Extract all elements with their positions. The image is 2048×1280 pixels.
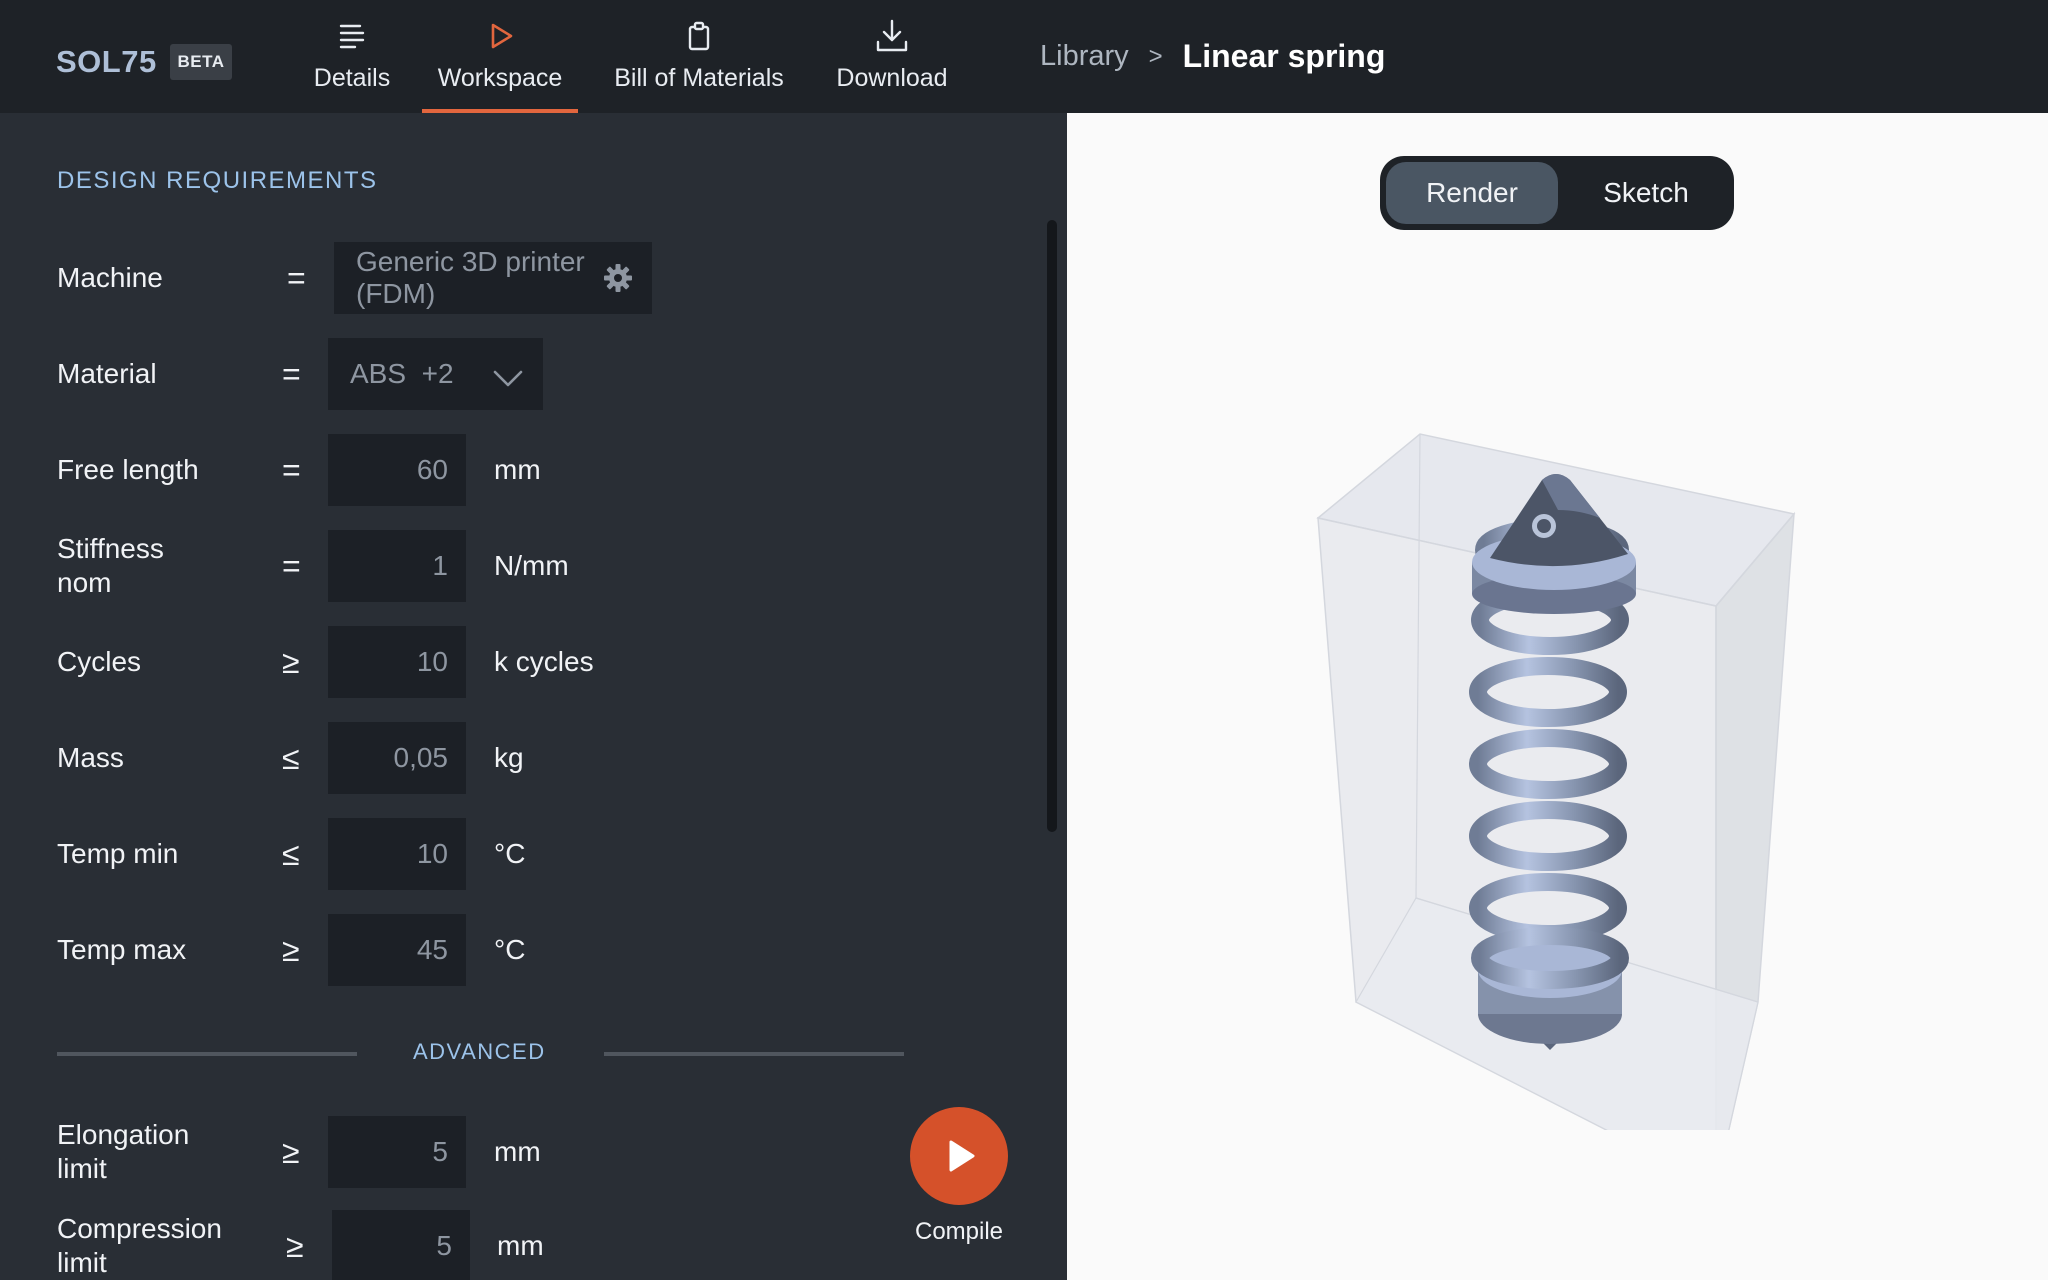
compression-unit: mm <box>497 1230 544 1261</box>
tab-download-label: Download <box>836 64 948 92</box>
tab-details[interactable]: Details <box>306 0 398 113</box>
play-outline-icon <box>484 18 516 54</box>
top-bar: SOL75 BETA Details Workspace Bill of Mat… <box>0 0 2048 113</box>
temp-max-operator: ≥ <box>282 931 300 968</box>
tab-download[interactable]: Download <box>826 0 958 113</box>
free-length-row: Free length = 60 mm <box>57 434 1037 506</box>
material-operator: = <box>282 355 301 392</box>
section-title: DESIGN REQUIREMENTS <box>57 167 378 194</box>
divider-right <box>604 1052 904 1056</box>
temp-max-input[interactable]: 45 <box>328 914 466 986</box>
temp-max-row: Temp max ≥ 45 °C <box>57 914 1037 986</box>
temp-min-label: Temp min <box>57 838 179 869</box>
mass-label: Mass <box>57 742 124 773</box>
free-length-input[interactable]: 60 <box>328 434 466 506</box>
cycles-label: Cycles <box>57 646 142 677</box>
stiffness-label: Stiffness nom <box>57 533 164 598</box>
temp-min-input[interactable]: 10 <box>328 818 466 890</box>
cycles-input[interactable]: 10 <box>328 626 466 698</box>
free-length-operator: = <box>282 451 301 488</box>
breadcrumb-library-link[interactable]: Library <box>1040 40 1129 73</box>
clipboard-icon <box>683 18 715 54</box>
stiffness-input[interactable]: 1 <box>328 530 466 602</box>
free-length-unit: mm <box>494 454 541 485</box>
mass-row: Mass ≤ 0,05 kg <box>57 722 1037 794</box>
temp-min-unit: °C <box>494 838 526 869</box>
compile-button[interactable] <box>910 1107 1008 1205</box>
mass-unit: kg <box>494 742 524 773</box>
divider-left <box>57 1052 357 1056</box>
compression-operator: ≥ <box>286 1227 304 1264</box>
app-logo[interactable]: SOL75 <box>56 44 157 80</box>
machine-select[interactable]: Generic 3D printer (FDM) <box>334 242 652 314</box>
compile-label: Compile <box>914 1218 1004 1245</box>
bottom-cap <box>1478 942 1622 1050</box>
tab-bill-of-materials[interactable]: Bill of Materials <box>602 0 796 113</box>
gear-icon[interactable] <box>602 262 634 301</box>
temp-max-label: Temp max <box>57 934 187 965</box>
elongation-row: Elongation limit ≥ 5 mm <box>57 1116 1037 1188</box>
material-select[interactable]: ABS +2 <box>328 338 543 410</box>
chevron-down-icon <box>493 364 523 396</box>
breadcrumb: Library > Linear spring <box>1040 38 1385 75</box>
elongation-input[interactable]: 5 <box>328 1116 466 1188</box>
requirements-panel: DESIGN REQUIREMENTS Machine = Generic 3D… <box>0 113 1067 1280</box>
machine-operator: = <box>287 259 306 296</box>
stiffness-unit: N/mm <box>494 550 569 581</box>
beta-badge: BETA <box>170 44 232 80</box>
tab-workspace-label: Workspace <box>437 64 563 92</box>
machine-row: Machine = Generic 3D printer (FDM) <box>57 242 1037 314</box>
play-icon <box>949 1140 975 1172</box>
temp-min-row: Temp min ≤ 10 °C <box>57 818 1037 890</box>
cycles-unit: k cycles <box>494 646 594 677</box>
stiffness-row: Stiffness nom = 1 N/mm <box>57 530 1037 602</box>
stiffness-operator: = <box>282 547 301 584</box>
view-mode-toggle: Render Sketch <box>1380 156 1734 230</box>
compression-label: Compression limit <box>57 1213 222 1278</box>
download-icon <box>874 18 910 54</box>
temp-min-operator: ≤ <box>282 835 300 872</box>
temp-max-unit: °C <box>494 934 526 965</box>
details-list-icon <box>336 18 368 54</box>
tab-bill-of-materials-label: Bill of Materials <box>614 64 784 92</box>
material-value: ABS +2 <box>350 358 454 389</box>
tab-details-label: Details <box>313 64 391 92</box>
panel-scrollbar[interactable] <box>1047 220 1057 832</box>
mass-input[interactable]: 0,05 <box>328 722 466 794</box>
elongation-unit: mm <box>494 1136 541 1167</box>
cycles-row: Cycles ≥ 10 k cycles <box>57 626 1037 698</box>
spring-3d-model[interactable] <box>1280 410 1820 1188</box>
material-row: Material = ABS +2 <box>57 338 1037 410</box>
page-title: Linear spring <box>1182 38 1386 74</box>
render-mode-button[interactable]: Render <box>1386 162 1558 224</box>
mass-operator: ≤ <box>282 739 300 776</box>
free-length-label: Free length <box>57 454 199 485</box>
machine-label: Machine <box>57 262 163 293</box>
compression-row: Compression limit ≥ 5 mm <box>57 1210 1037 1280</box>
breadcrumb-separator: > <box>1148 42 1163 70</box>
tab-workspace[interactable]: Workspace <box>422 0 578 113</box>
elongation-operator: ≥ <box>282 1133 300 1170</box>
material-label: Material <box>57 358 157 389</box>
cycles-operator: ≥ <box>282 643 300 680</box>
advanced-title[interactable]: ADVANCED <box>413 1039 546 1065</box>
elongation-label: Elongation limit <box>57 1119 190 1184</box>
sketch-mode-button[interactable]: Sketch <box>1566 162 1726 224</box>
compression-input[interactable]: 5 <box>332 1210 470 1280</box>
